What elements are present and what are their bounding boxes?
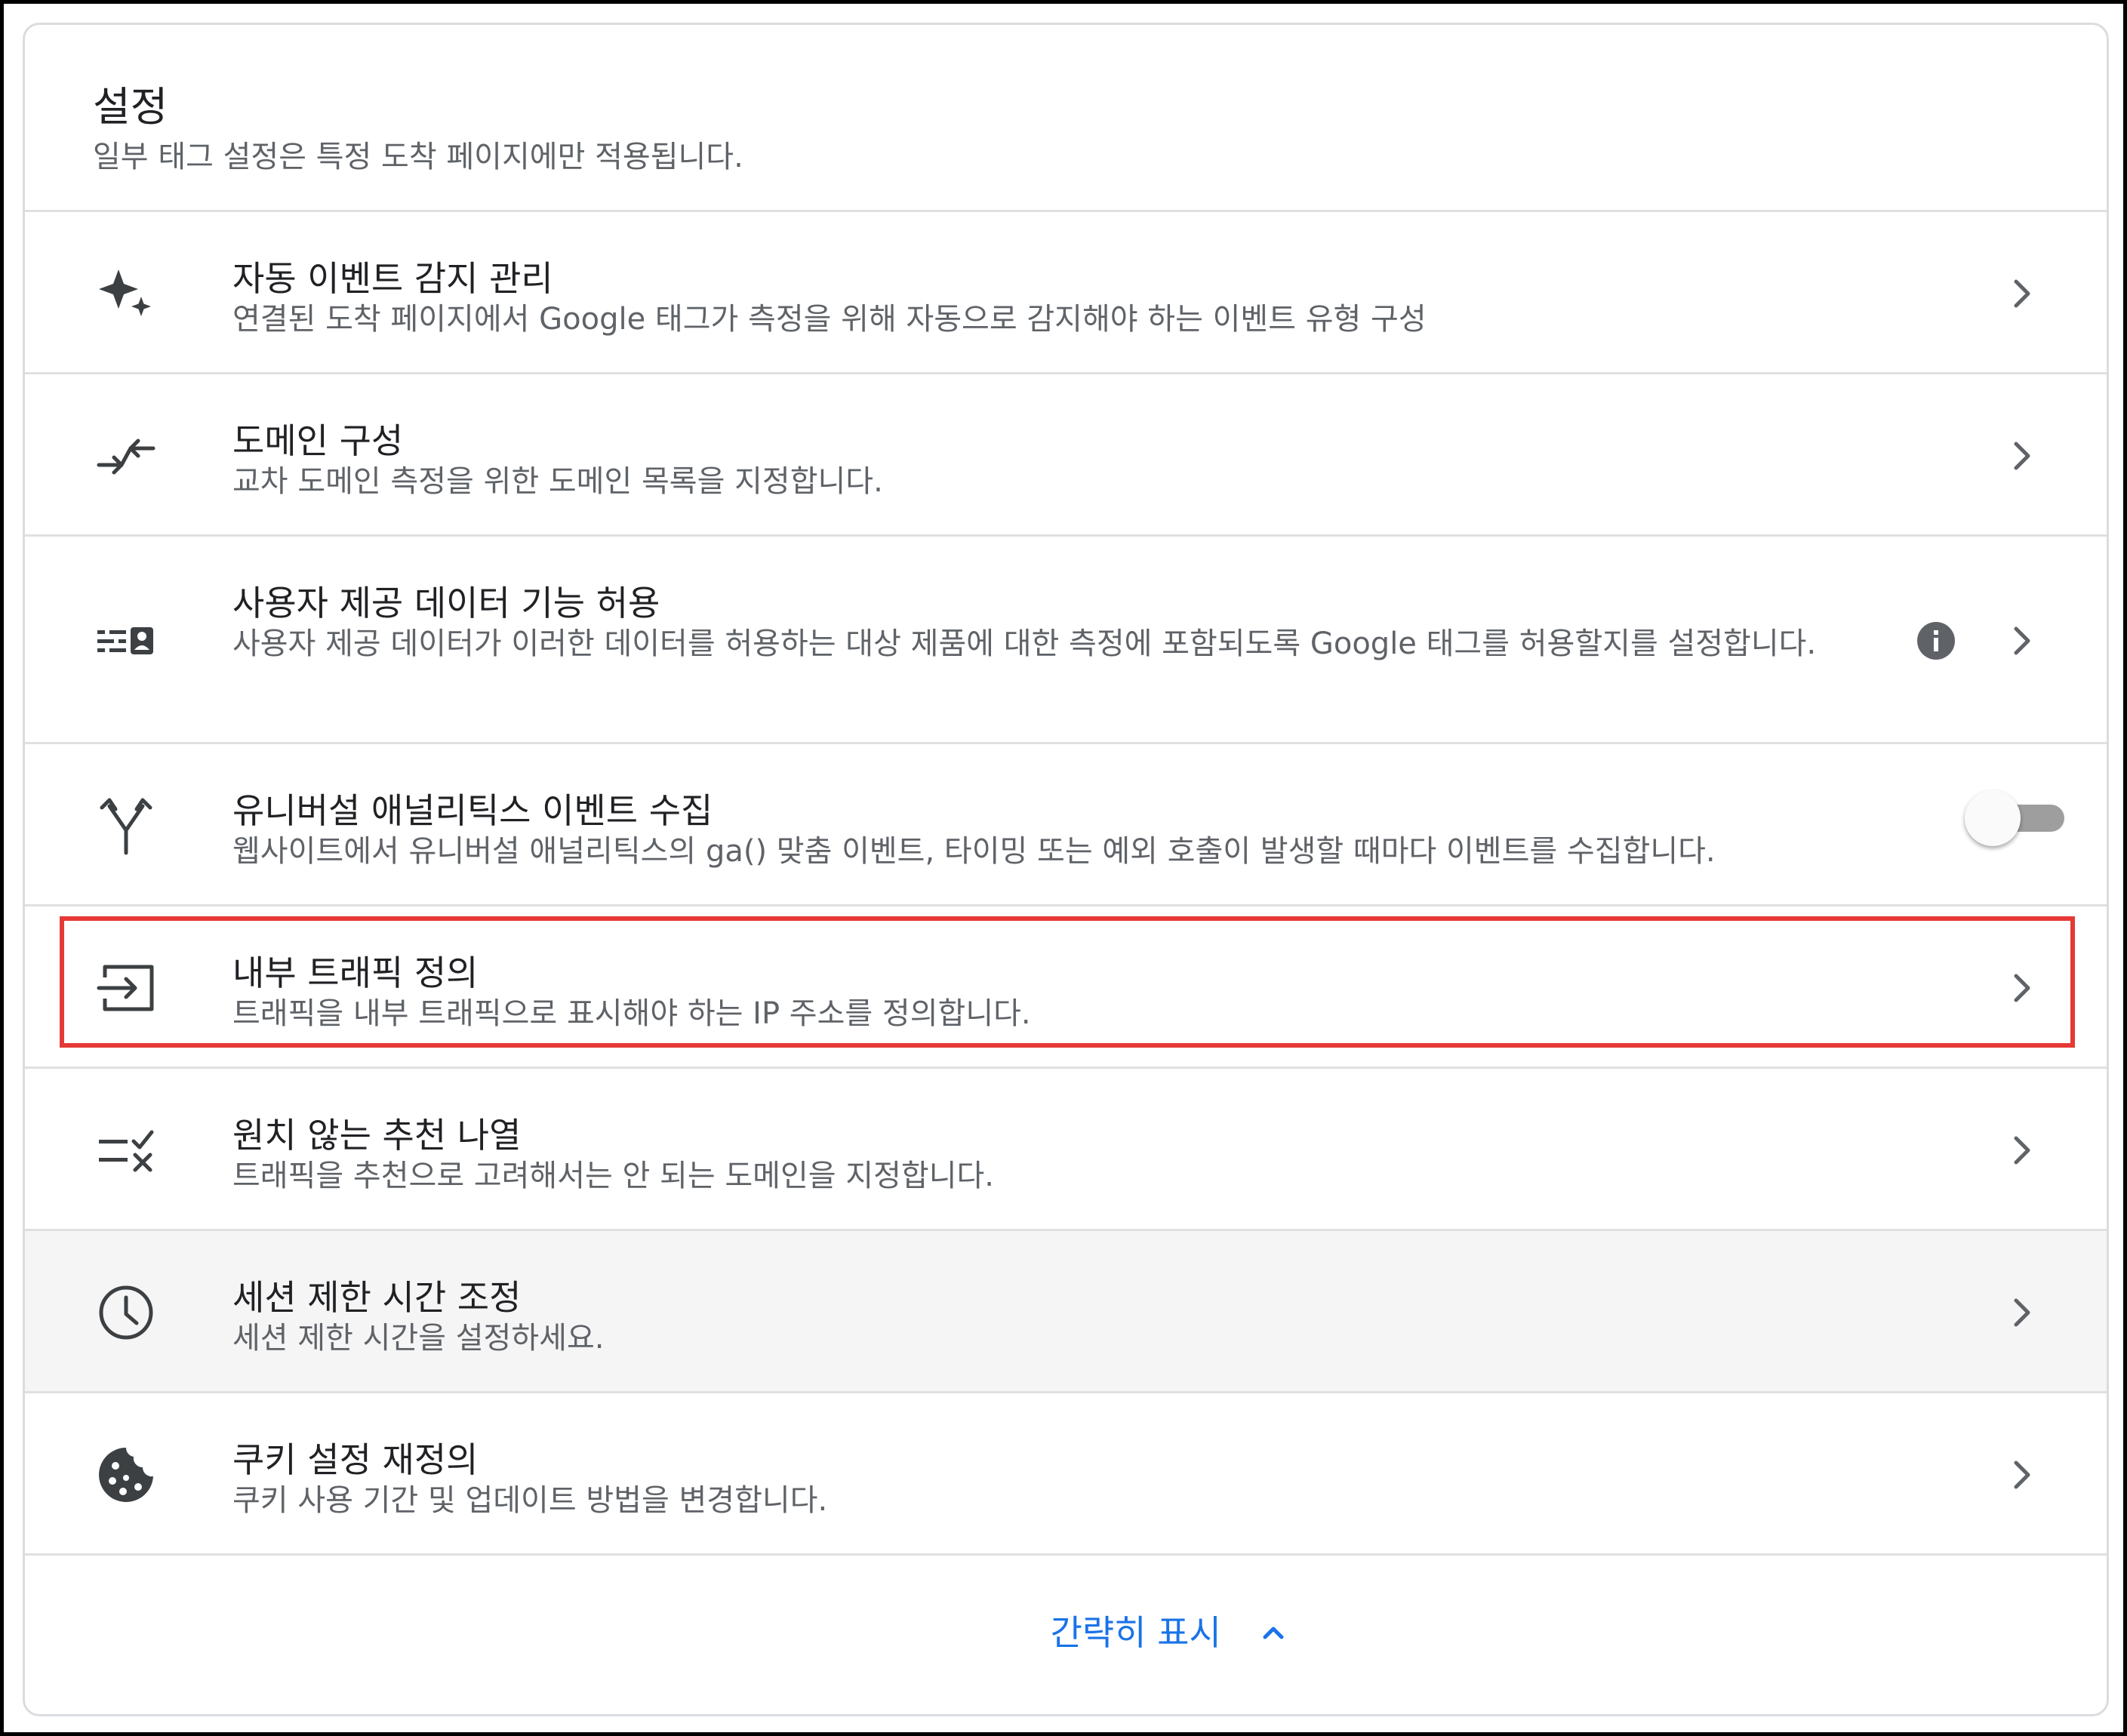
setting-row-session-timeout[interactable]: 세션 제한 시간 조정 세션 제한 시간을 설정하세요. (25, 1231, 2107, 1393)
setting-title: 도메인 구성 (232, 420, 404, 461)
setting-row-unwanted-referrals[interactable]: 원치 않는 추천 나열 트래픽을 추천으로 고려해서는 안 되는 도메인을 지정… (25, 1069, 2107, 1231)
setting-description: 웹사이트에서 유니버설 애널리틱스의 ga() 맞춤 이벤트, 타이밍 또는 예… (232, 834, 1716, 869)
settings-header: 설정 일부 태그 설정은 특정 도착 페이지에만 적용됩니다. (25, 25, 2107, 212)
chevron-right-icon[interactable] (2001, 435, 2043, 477)
show-less-content: 간략히 표시 (839, 1602, 1293, 1663)
rule-exclude-icon (96, 1120, 156, 1180)
setting-title: 사용자 제공 데이터 기능 허용 (232, 583, 660, 623)
setting-row-auto-event-detection[interactable]: 자동 이벤트 감지 관리 연결된 도착 페이지에서 Google 태그가 측정을… (25, 212, 2107, 374)
page-subtitle: 일부 태그 설정은 특정 도착 페이지에만 적용됩니다. (93, 140, 743, 174)
setting-row-internal-traffic[interactable]: 내부 트래픽 정의 트래픽을 내부 트래픽으로 표시해야 하는 IP 주소를 정… (25, 906, 2107, 1069)
toggle-knob (1965, 790, 2021, 846)
setting-title: 내부 트래픽 정의 (232, 953, 479, 993)
setting-title: 자동 이벤트 감지 관리 (232, 258, 553, 299)
setting-description: 연결된 도착 페이지에서 Google 태그가 측정을 위해 자동으로 감지해야… (232, 302, 1427, 337)
ua-event-collection-toggle[interactable] (1963, 788, 2069, 848)
page-title: 설정 (93, 83, 168, 131)
chevron-right-icon[interactable] (2001, 272, 2043, 315)
chevron-right-icon[interactable] (2001, 967, 2043, 1009)
setting-description: 사용자 제공 데이터가 이러한 데이터를 허용하는 대상 제품에 대한 측정에 … (232, 626, 1817, 661)
chevron-up-icon (1263, 1627, 1284, 1639)
chevron-right-icon[interactable] (2001, 1291, 2043, 1334)
setting-row-ua-event-collection: 유니버설 애널리틱스 이벤트 수집 웹사이트에서 유니버설 애널리틱스의 ga(… (25, 744, 2107, 906)
setting-row-domain-config[interactable]: 도메인 구성 교차 도메인 측정을 위한 도메인 목록을 지정합니다. (25, 374, 2107, 537)
show-less-label: 간략히 표시 (1050, 1612, 1221, 1653)
cookie-icon (96, 1445, 156, 1505)
show-less-button[interactable]: 간략히 표시 (25, 1602, 2107, 1663)
setting-title: 쿠키 설정 재정의 (232, 1439, 479, 1480)
setting-row-user-provided-data[interactable]: 사용자 제공 데이터 기능 허용 사용자 제공 데이터가 이러한 데이터를 허용… (25, 537, 2107, 744)
chevron-right-icon[interactable] (2001, 1454, 2043, 1496)
setting-description: 세션 제한 시간을 설정하세요. (232, 1321, 605, 1356)
setting-title: 유니버설 애널리틱스 이벤트 수집 (232, 790, 713, 831)
setting-description: 트래픽을 내부 트래픽으로 표시해야 하는 IP 주소를 정의합니다. (232, 996, 1031, 1031)
setting-title: 원치 않는 추천 나열 (232, 1115, 522, 1156)
sparkle-icon (96, 263, 156, 324)
setting-description: 쿠키 사용 기간 및 업데이트 방법을 변경합니다. (232, 1483, 828, 1518)
domain-merge-icon (96, 426, 156, 486)
chevron-right-icon[interactable] (2001, 1129, 2043, 1171)
info-icon[interactable] (1915, 620, 1957, 662)
input-arrow-icon (96, 958, 156, 1018)
merge-arrows-icon (96, 796, 156, 856)
user-data-icon (96, 611, 156, 671)
clock-icon (96, 1282, 156, 1343)
setting-title: 세션 제한 시간 조정 (232, 1277, 522, 1318)
setting-row-cookie-settings[interactable]: 쿠키 설정 재정의 쿠키 사용 기간 및 업데이트 방법을 변경합니다. (25, 1393, 2107, 1556)
setting-description: 트래픽을 추천으로 고려해서는 안 되는 도메인을 지정합니다. (232, 1159, 995, 1193)
settings-card: 설정 일부 태그 설정은 특정 도착 페이지에만 적용됩니다. 자동 이벤트 감… (23, 23, 2109, 1716)
chevron-right-icon[interactable] (2001, 620, 2043, 662)
setting-description: 교차 도메인 측정을 위한 도메인 목록을 지정합니다. (232, 464, 883, 499)
